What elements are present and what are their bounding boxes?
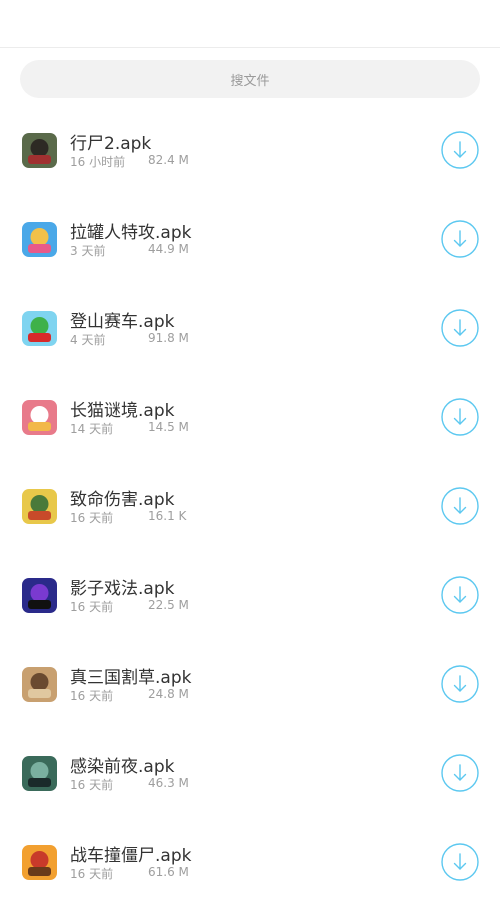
download-icon [441,754,479,792]
file-size: 22.5 M [148,598,189,612]
search-placeholder: 搜文件 [230,73,270,89]
file-time: 16 天前 [70,511,114,525]
list-item[interactable]: 感染前夜.apk 16 天前 46.3 M [0,729,500,818]
list-item[interactable]: 登山赛车.apk 4 天前 91.8 M [0,284,500,373]
file-time: 16 天前 [70,778,114,792]
download-icon [441,843,479,881]
file-name: 真三国割草.apk [70,668,192,688]
download-icon [441,665,479,703]
file-time: 16 天前 [70,867,114,881]
tank-zombie-game-icon [22,845,57,880]
file-name: 长猫谜境.apk [70,401,175,421]
file-size: 14.5 M [148,420,189,434]
file-time: 3 天前 [70,244,106,258]
walking-dead-game-icon [22,133,57,168]
can-man-game-icon [22,222,57,257]
file-name: 行尸2.apk [70,134,152,154]
download-button[interactable] [441,309,479,347]
list-item[interactable]: 真三国割草.apk 16 天前 24.8 M [0,640,500,729]
list-item[interactable]: 影子戏法.apk 16 天前 22.5 M [0,551,500,640]
download-icon [441,398,479,436]
shadow-trick-game-icon [22,578,57,613]
file-name: 致命伤害.apk [70,490,175,510]
file-size: 82.4 M [148,153,189,167]
download-button[interactable] [441,398,479,436]
file-list: 行尸2.apk 16 小时前 82.4 M 拉罐人特攻.apk 3 天前 44.9 M 登山… [0,106,500,907]
download-icon [441,487,479,525]
three-kingdoms-game-icon [22,667,57,702]
file-time: 16 天前 [70,600,114,614]
list-item[interactable]: 拉罐人特攻.apk 3 天前 44.9 M [0,195,500,284]
file-name: 影子戏法.apk [70,579,175,599]
lethal-damage-game-icon [22,489,57,524]
download-button[interactable] [441,220,479,258]
download-button[interactable] [441,754,479,792]
download-button[interactable] [441,843,479,881]
file-time: 14 天前 [70,422,114,436]
download-button[interactable] [441,665,479,703]
file-size: 24.8 M [148,687,189,701]
long-cat-game-icon [22,400,57,435]
hill-climb-car-icon [22,311,57,346]
file-time: 16 小时前 [70,155,126,169]
download-icon [441,220,479,258]
file-time: 16 天前 [70,689,114,703]
file-name: 战车撞僵尸.apk [70,846,192,866]
file-name: 感染前夜.apk [70,757,175,777]
top-bar [0,0,500,48]
file-size: 91.8 M [148,331,189,345]
search-input[interactable]: 搜文件 [20,60,480,98]
file-name: 拉罐人特攻.apk [70,223,192,243]
download-button[interactable] [441,131,479,169]
file-size: 61.6 M [148,865,189,879]
file-size: 46.3 M [148,776,189,790]
file-size: 16.1 K [148,509,187,523]
infection-eve-game-icon [22,756,57,791]
file-size: 44.9 M [148,242,189,256]
list-item[interactable]: 长猫谜境.apk 14 天前 14.5 M [0,373,500,462]
download-button[interactable] [441,487,479,525]
download-icon [441,576,479,614]
list-item[interactable]: 行尸2.apk 16 小时前 82.4 M [0,106,500,195]
download-button[interactable] [441,576,479,614]
download-icon [441,131,479,169]
list-item[interactable]: 战车撞僵尸.apk 16 天前 61.6 M [0,818,500,907]
file-name: 登山赛车.apk [70,312,175,332]
download-icon [441,309,479,347]
list-item[interactable]: 致命伤害.apk 16 天前 16.1 K [0,462,500,551]
file-time: 4 天前 [70,333,106,347]
